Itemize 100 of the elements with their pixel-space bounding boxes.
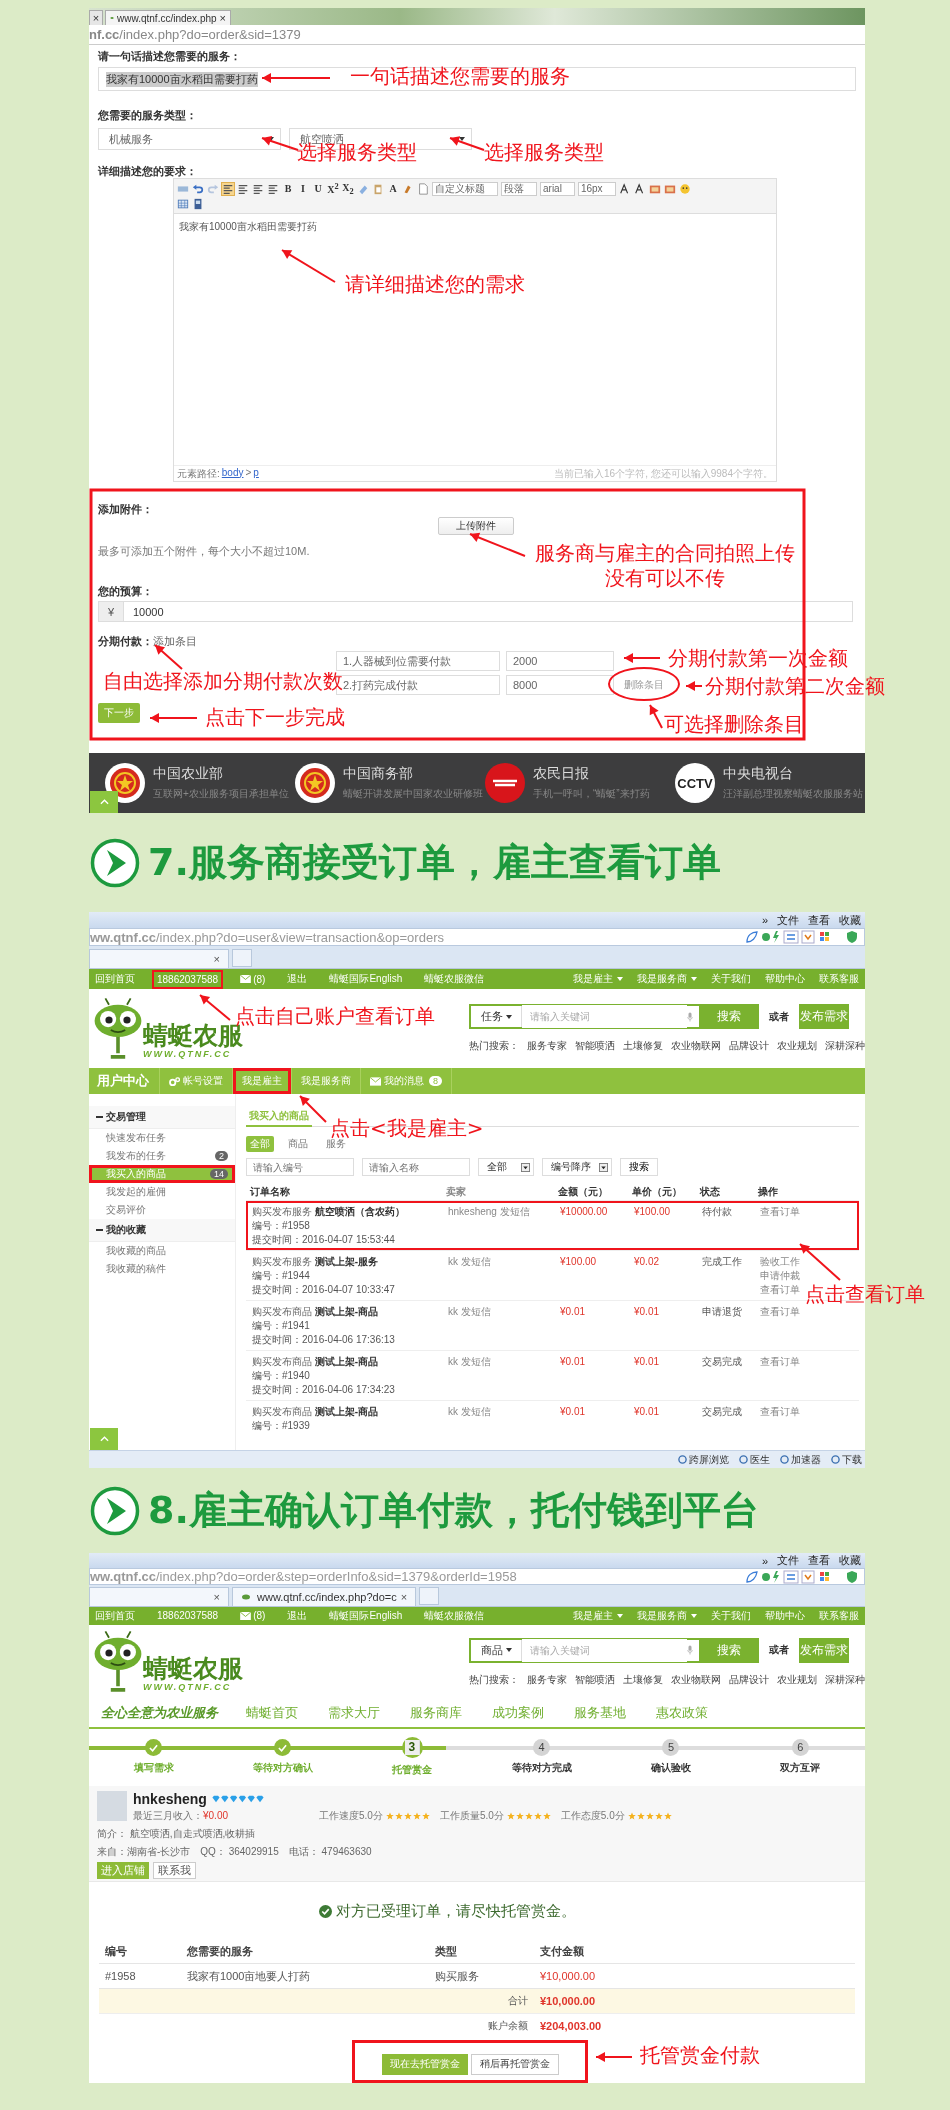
order-name[interactable]: 购买发布商品 测试上架-商品 xyxy=(252,1305,448,1318)
sidebar-item[interactable]: 我收藏的商品 xyxy=(89,1242,235,1260)
microphone-icon[interactable] xyxy=(687,1645,693,1656)
close-icon[interactable]: × xyxy=(213,953,220,965)
pay-later-button[interactable]: 稍后再托管赏金 xyxy=(470,2054,559,2075)
align-icon[interactable] xyxy=(252,182,264,195)
hot-search-link[interactable]: 深耕深种 xyxy=(825,1672,865,1687)
hot-search-link[interactable]: 深耕深种 xyxy=(825,1039,865,1053)
sidebar-item[interactable]: 我发布的任务 2 xyxy=(89,1147,235,1165)
hot-search-link[interactable]: 服务专家 xyxy=(527,1039,567,1053)
microphone-icon[interactable] xyxy=(687,1011,693,1022)
new-tab-button[interactable] xyxy=(232,949,252,967)
menu-item[interactable]: 收藏 xyxy=(839,912,861,928)
order-action-link[interactable]: 查看订单 xyxy=(760,1405,810,1418)
sidebar-item[interactable]: 快速发布任务 xyxy=(89,1129,235,1147)
hot-search-link[interactable]: 农业物联网 xyxy=(671,1039,721,1053)
hot-search-link[interactable]: 智能喷洒 xyxy=(575,1039,615,1053)
status-bar-item[interactable]: 加速器 xyxy=(780,1452,821,1467)
status-bar-item[interactable]: 跨屏浏览 xyxy=(678,1452,729,1467)
menu-item[interactable]: » xyxy=(761,914,768,926)
close-icon[interactable]: × xyxy=(213,1590,220,1603)
filter-dropdown[interactable]: 全部 xyxy=(478,1158,534,1176)
order-action-link[interactable]: 查看订单 xyxy=(760,1205,810,1218)
align-icon[interactable] xyxy=(237,182,249,195)
order-name[interactable]: 购买发布商品 测试上架-商品 xyxy=(252,1355,448,1368)
order-name[interactable]: 购买发布服务 测试上架-服务 xyxy=(252,1255,448,1268)
filter-tab[interactable]: 商品 xyxy=(284,1136,312,1152)
emoji-icon[interactable] xyxy=(678,182,691,195)
menu-item[interactable]: » xyxy=(761,1554,768,1567)
hot-search-link[interactable]: 服务专家 xyxy=(527,1672,567,1687)
menu-item[interactable]: 查看 xyxy=(808,912,830,928)
order-action-link[interactable]: 申请仲裁 xyxy=(760,1269,810,1282)
undo-icon[interactable] xyxy=(192,182,204,195)
close-icon[interactable]: × xyxy=(219,12,226,24)
close-icon[interactable]: × xyxy=(400,1590,408,1603)
new-tab-button[interactable] xyxy=(419,1586,440,1605)
dropdown[interactable]: 机械服务 xyxy=(98,128,281,150)
hot-search-link[interactable]: 智能喷洒 xyxy=(575,1672,615,1687)
order-action-link[interactable]: 查看订单 xyxy=(760,1305,810,1318)
address-bar[interactable]: nf.cc/index.php?do=order&sid=1379 xyxy=(89,25,865,45)
table-icon[interactable] xyxy=(177,197,189,210)
installment-amount-field[interactable]: 8000 xyxy=(506,675,614,695)
installment-amount-field[interactable]: 2000 xyxy=(506,651,614,671)
menu-item[interactable]: 文件 xyxy=(777,912,799,928)
sidebar-item[interactable]: 我收藏的稿件 xyxy=(89,1260,235,1278)
add-item-link[interactable]: 添加条目 xyxy=(153,633,197,649)
format-button[interactable]: I xyxy=(297,183,309,194)
status-bar-item[interactable]: 下载 xyxy=(831,1452,862,1467)
format-button[interactable]: X$_{2}$ xyxy=(342,181,354,196)
hot-search-link[interactable]: 品牌设计 xyxy=(729,1672,769,1687)
menu-item[interactable]: 文件 xyxy=(777,1553,799,1568)
sidebar-item[interactable]: 交易评价 xyxy=(89,1201,235,1219)
document-icon[interactable] xyxy=(417,182,429,195)
hot-search-link[interactable]: 农业规划 xyxy=(777,1039,817,1053)
send-message-link[interactable]: 发短信 xyxy=(460,1306,491,1317)
menu-item[interactable]: 查看 xyxy=(808,1553,830,1568)
font-color-button[interactable]: A xyxy=(387,183,399,194)
back-to-top-button[interactable] xyxy=(90,1428,118,1450)
browser-tab[interactable]: www.qtnf.cc/index.php × xyxy=(105,10,231,25)
send-message-link[interactable]: 发短信 xyxy=(460,1356,491,1367)
browser-tab[interactable]: × xyxy=(89,949,229,968)
hot-search-link[interactable]: 土壤修复 xyxy=(623,1039,663,1053)
order-action-link[interactable]: 查看订单 xyxy=(760,1355,810,1368)
hot-search-link[interactable]: 品牌设计 xyxy=(729,1039,769,1053)
font-size-icon[interactable] xyxy=(618,182,631,195)
order-name-field[interactable]: 请输入名称 xyxy=(362,1158,470,1176)
sidebar-item[interactable]: 我发起的雇佣 xyxy=(89,1183,235,1201)
clipboard-icon[interactable] xyxy=(372,182,384,195)
video-icon[interactable] xyxy=(192,197,204,210)
order-name[interactable]: 购买发布商品 测试上架-商品 xyxy=(252,1405,448,1418)
format-button[interactable]: B xyxy=(282,183,294,194)
browser-tab[interactable]: × xyxy=(89,1586,229,1606)
contact-button[interactable]: 联系我 xyxy=(153,1862,196,1880)
filter-dropdown[interactable]: 编号降序 xyxy=(542,1158,612,1176)
budget-field[interactable]: ¥ 10000 xyxy=(98,601,853,622)
order-number-field[interactable]: 请输入编号 xyxy=(246,1158,354,1176)
hot-search-link[interactable]: 土壤修复 xyxy=(623,1672,663,1687)
send-message-link[interactable]: 发短信 xyxy=(499,1206,530,1217)
toolbar-dropdown[interactable]: 16px xyxy=(577,181,616,196)
search-field[interactable]: 任务 请输入关键词 搜索 xyxy=(469,1004,759,1029)
installment-name-field[interactable]: 1.人器械到位需要付款 xyxy=(336,651,500,671)
send-message-link[interactable]: 发短信 xyxy=(460,1406,491,1417)
element-path-link[interactable]: body xyxy=(221,466,244,481)
sidebar-item[interactable]: 我买入的商品 14 xyxy=(89,1165,235,1183)
upload-button[interactable]: 上传附件 xyxy=(438,517,514,535)
element-path-link[interactable]: p xyxy=(253,466,259,481)
browser-tab[interactable]: www.qtnf.cc/index.php?do=c × xyxy=(232,1586,417,1606)
align-icon[interactable] xyxy=(267,182,279,195)
font-size-icon[interactable] xyxy=(633,182,646,195)
format-button[interactable]: U xyxy=(312,183,324,194)
toolbar-dropdown[interactable]: 段落 xyxy=(501,181,537,196)
format-button[interactable]: X$^{2}$ xyxy=(327,181,339,196)
status-bar-item[interactable]: 医生 xyxy=(739,1452,770,1467)
menu-item[interactable]: 收藏 xyxy=(839,1553,861,1568)
align-icon[interactable] xyxy=(222,182,234,195)
hot-search-link[interactable]: 农业规划 xyxy=(777,1672,817,1687)
toolbar-dropdown[interactable]: 自定义标题 xyxy=(432,181,498,196)
search-button[interactable]: 搜索 xyxy=(620,1158,658,1176)
order-action-link[interactable]: 验收工作 xyxy=(760,1255,810,1268)
order-name[interactable]: 购买发布服务 航空喷洒（含农药） xyxy=(252,1205,448,1218)
